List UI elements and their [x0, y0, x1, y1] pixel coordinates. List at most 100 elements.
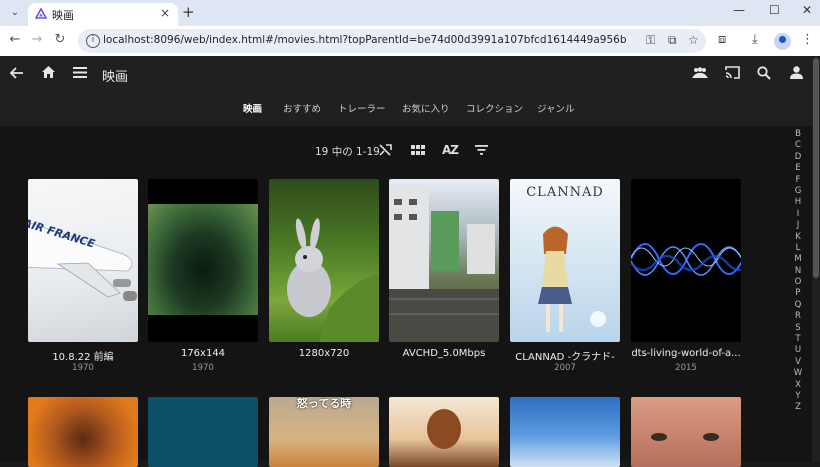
alphabet-letter-f[interactable]: F — [791, 175, 805, 186]
alphabet-letter-m[interactable]: M — [791, 254, 805, 265]
alphabet-letter-r[interactable]: R — [791, 311, 805, 322]
site-info-icon[interactable]: i — [86, 34, 100, 48]
tab-genres[interactable]: ジャンル — [537, 101, 575, 115]
movie-poster[interactable] — [269, 179, 379, 342]
movie-poster[interactable] — [28, 397, 138, 467]
poster-caption: 怒ってる時 — [296, 397, 352, 410]
movie-poster[interactable] — [389, 397, 499, 467]
alphabet-picker: BCDEFGHIJKLMNOPQRSTUVWXYZ — [791, 129, 805, 414]
menu-icon[interactable] — [73, 67, 87, 78]
tab-movies[interactable]: 映画 — [243, 101, 262, 115]
alphabet-letter-t[interactable]: T — [791, 334, 805, 345]
alphabet-letter-s[interactable]: S — [791, 323, 805, 334]
movie-title[interactable]: AVCHD_5.0Mbps — [379, 348, 509, 359]
maximize-button[interactable]: ☐ — [769, 3, 780, 17]
page-scrollbar[interactable] — [812, 56, 820, 461]
new-tab-button[interactable]: + — [182, 3, 195, 21]
tab-search-chevron-icon[interactable]: ⌄ — [6, 5, 24, 21]
tab-close-icon[interactable]: × — [160, 6, 170, 20]
sort-az-icon[interactable]: AZ — [442, 143, 459, 157]
movie-title[interactable]: 10.8.22 前編 — [18, 348, 148, 363]
tab-favorites[interactable]: お気に入り — [402, 101, 450, 115]
alphabet-letter-v[interactable]: V — [791, 357, 805, 368]
tab-strip: ⌄ 映画 × + — ☐ ✕ — [0, 0, 820, 26]
alphabet-letter-i[interactable]: I — [791, 209, 805, 220]
cave-still-image — [148, 204, 258, 315]
movie-year: 1970 — [72, 363, 94, 373]
filter-icon[interactable] — [475, 145, 488, 155]
key-icon[interactable]: ⚿ — [646, 33, 655, 48]
movie-poster[interactable] — [631, 179, 741, 342]
browser-toolbar: ← → ↻ i localhost:8096/web/index.html#/m… — [0, 26, 820, 56]
browser-tab[interactable]: 映画 × — [28, 3, 178, 26]
face-eye-art — [703, 433, 719, 441]
blue-wave-poster-art — [631, 243, 741, 276]
alphabet-letter-u[interactable]: U — [791, 345, 805, 356]
face-eye-art — [651, 433, 667, 441]
alphabet-letter-g[interactable]: G — [791, 186, 805, 197]
alphabet-letter-n[interactable]: N — [791, 266, 805, 277]
reload-icon[interactable]: ↻ — [51, 32, 69, 47]
alphabet-letter-x[interactable]: X — [791, 380, 805, 391]
minimize-button[interactable]: — — [733, 3, 745, 17]
list-controls: 19 中の 1-19 AZ — [0, 142, 812, 160]
search-icon[interactable] — [757, 66, 771, 80]
download-icon[interactable]: ⤓ — [752, 32, 758, 47]
tab-collections[interactable]: コレクション — [466, 101, 523, 115]
jellyfin-favicon-icon — [35, 8, 47, 19]
movie-poster[interactable]: AIR FRANCE — [28, 179, 138, 342]
movie-poster[interactable] — [148, 179, 258, 342]
forward-icon[interactable]: → — [28, 32, 46, 47]
people-icon[interactable] — [692, 67, 708, 78]
back-icon[interactable]: ← — [6, 32, 24, 47]
home-icon[interactable] — [41, 65, 56, 79]
install-app-icon[interactable]: ⧉ — [668, 33, 677, 48]
alphabet-letter-o[interactable]: O — [791, 277, 805, 288]
scroll-thumb[interactable] — [813, 58, 819, 278]
movie-title[interactable]: dts-living-world-of-a... — [621, 348, 751, 359]
movie-title[interactable]: 1280x720 — [259, 348, 389, 359]
alphabet-letter-p[interactable]: P — [791, 288, 805, 299]
alphabet-letter-j[interactable]: J — [791, 220, 805, 231]
movie-poster[interactable]: 怒ってる時 — [269, 397, 379, 467]
movie-title[interactable]: 176x144 — [138, 348, 268, 359]
tab-trailers[interactable]: トレーラー — [338, 101, 386, 115]
alphabet-letter-z[interactable]: Z — [791, 402, 805, 413]
alphabet-letter-y[interactable]: Y — [791, 391, 805, 402]
view-grid-icon[interactable] — [411, 145, 425, 155]
browser-chrome: ⌄ 映画 × + — ☐ ✕ ← → ↻ i localhost:8096/we… — [0, 0, 820, 56]
alphabet-letter-c[interactable]: C — [791, 140, 805, 151]
alphabet-letter-l[interactable]: L — [791, 243, 805, 254]
movie-year: 2007 — [554, 363, 576, 373]
url-text[interactable]: localhost:8096/web/index.html#/movies.ht… — [103, 34, 627, 46]
poster-clannad-logo: CLANNAD — [526, 185, 604, 200]
profile-avatar[interactable] — [774, 33, 791, 50]
library-tabs: 映画 おすすめ トレーラー お気に入り コレクション ジャンル — [0, 101, 812, 121]
cast-icon[interactable] — [725, 66, 740, 79]
extensions-icon[interactable]: ⧈ — [718, 32, 726, 47]
movie-poster[interactable] — [148, 397, 258, 467]
app-header: 映画 映画 おすすめ トレーラー お気に入り コレクション ジャンル — [0, 56, 812, 126]
address-bar[interactable]: i localhost:8096/web/index.html#/movies.… — [78, 29, 706, 53]
alphabet-letter-h[interactable]: H — [791, 197, 805, 208]
alphabet-letter-w[interactable]: W — [791, 368, 805, 379]
shuffle-icon[interactable] — [379, 144, 392, 156]
rabbit-poster-art — [287, 218, 379, 342]
alphabet-letter-b[interactable]: B — [791, 129, 805, 140]
more-menu-icon[interactable]: ⋮ — [801, 32, 814, 47]
close-window-button[interactable]: ✕ — [802, 3, 812, 17]
bookmark-star-icon[interactable]: ☆ — [688, 33, 699, 47]
movie-poster[interactable] — [631, 397, 741, 467]
tab-suggestions[interactable]: おすすめ — [283, 101, 321, 115]
alphabet-letter-q[interactable]: Q — [791, 300, 805, 311]
alphabet-letter-k[interactable]: K — [791, 232, 805, 243]
movie-poster[interactable]: CLANNAD — [510, 179, 620, 342]
movie-poster[interactable] — [510, 397, 620, 467]
movie-poster[interactable] — [389, 179, 499, 342]
back-arrow-icon[interactable] — [10, 66, 24, 80]
user-icon[interactable] — [790, 66, 803, 79]
movie-title[interactable]: CLANNAD -クラナド- — [500, 348, 630, 363]
alphabet-letter-d[interactable]: D — [791, 152, 805, 163]
movies-grid-view: 19 中の 1-19 AZ AIR FRANCE 10.8.22 前編 1970 — [0, 126, 812, 467]
alphabet-letter-e[interactable]: E — [791, 163, 805, 174]
